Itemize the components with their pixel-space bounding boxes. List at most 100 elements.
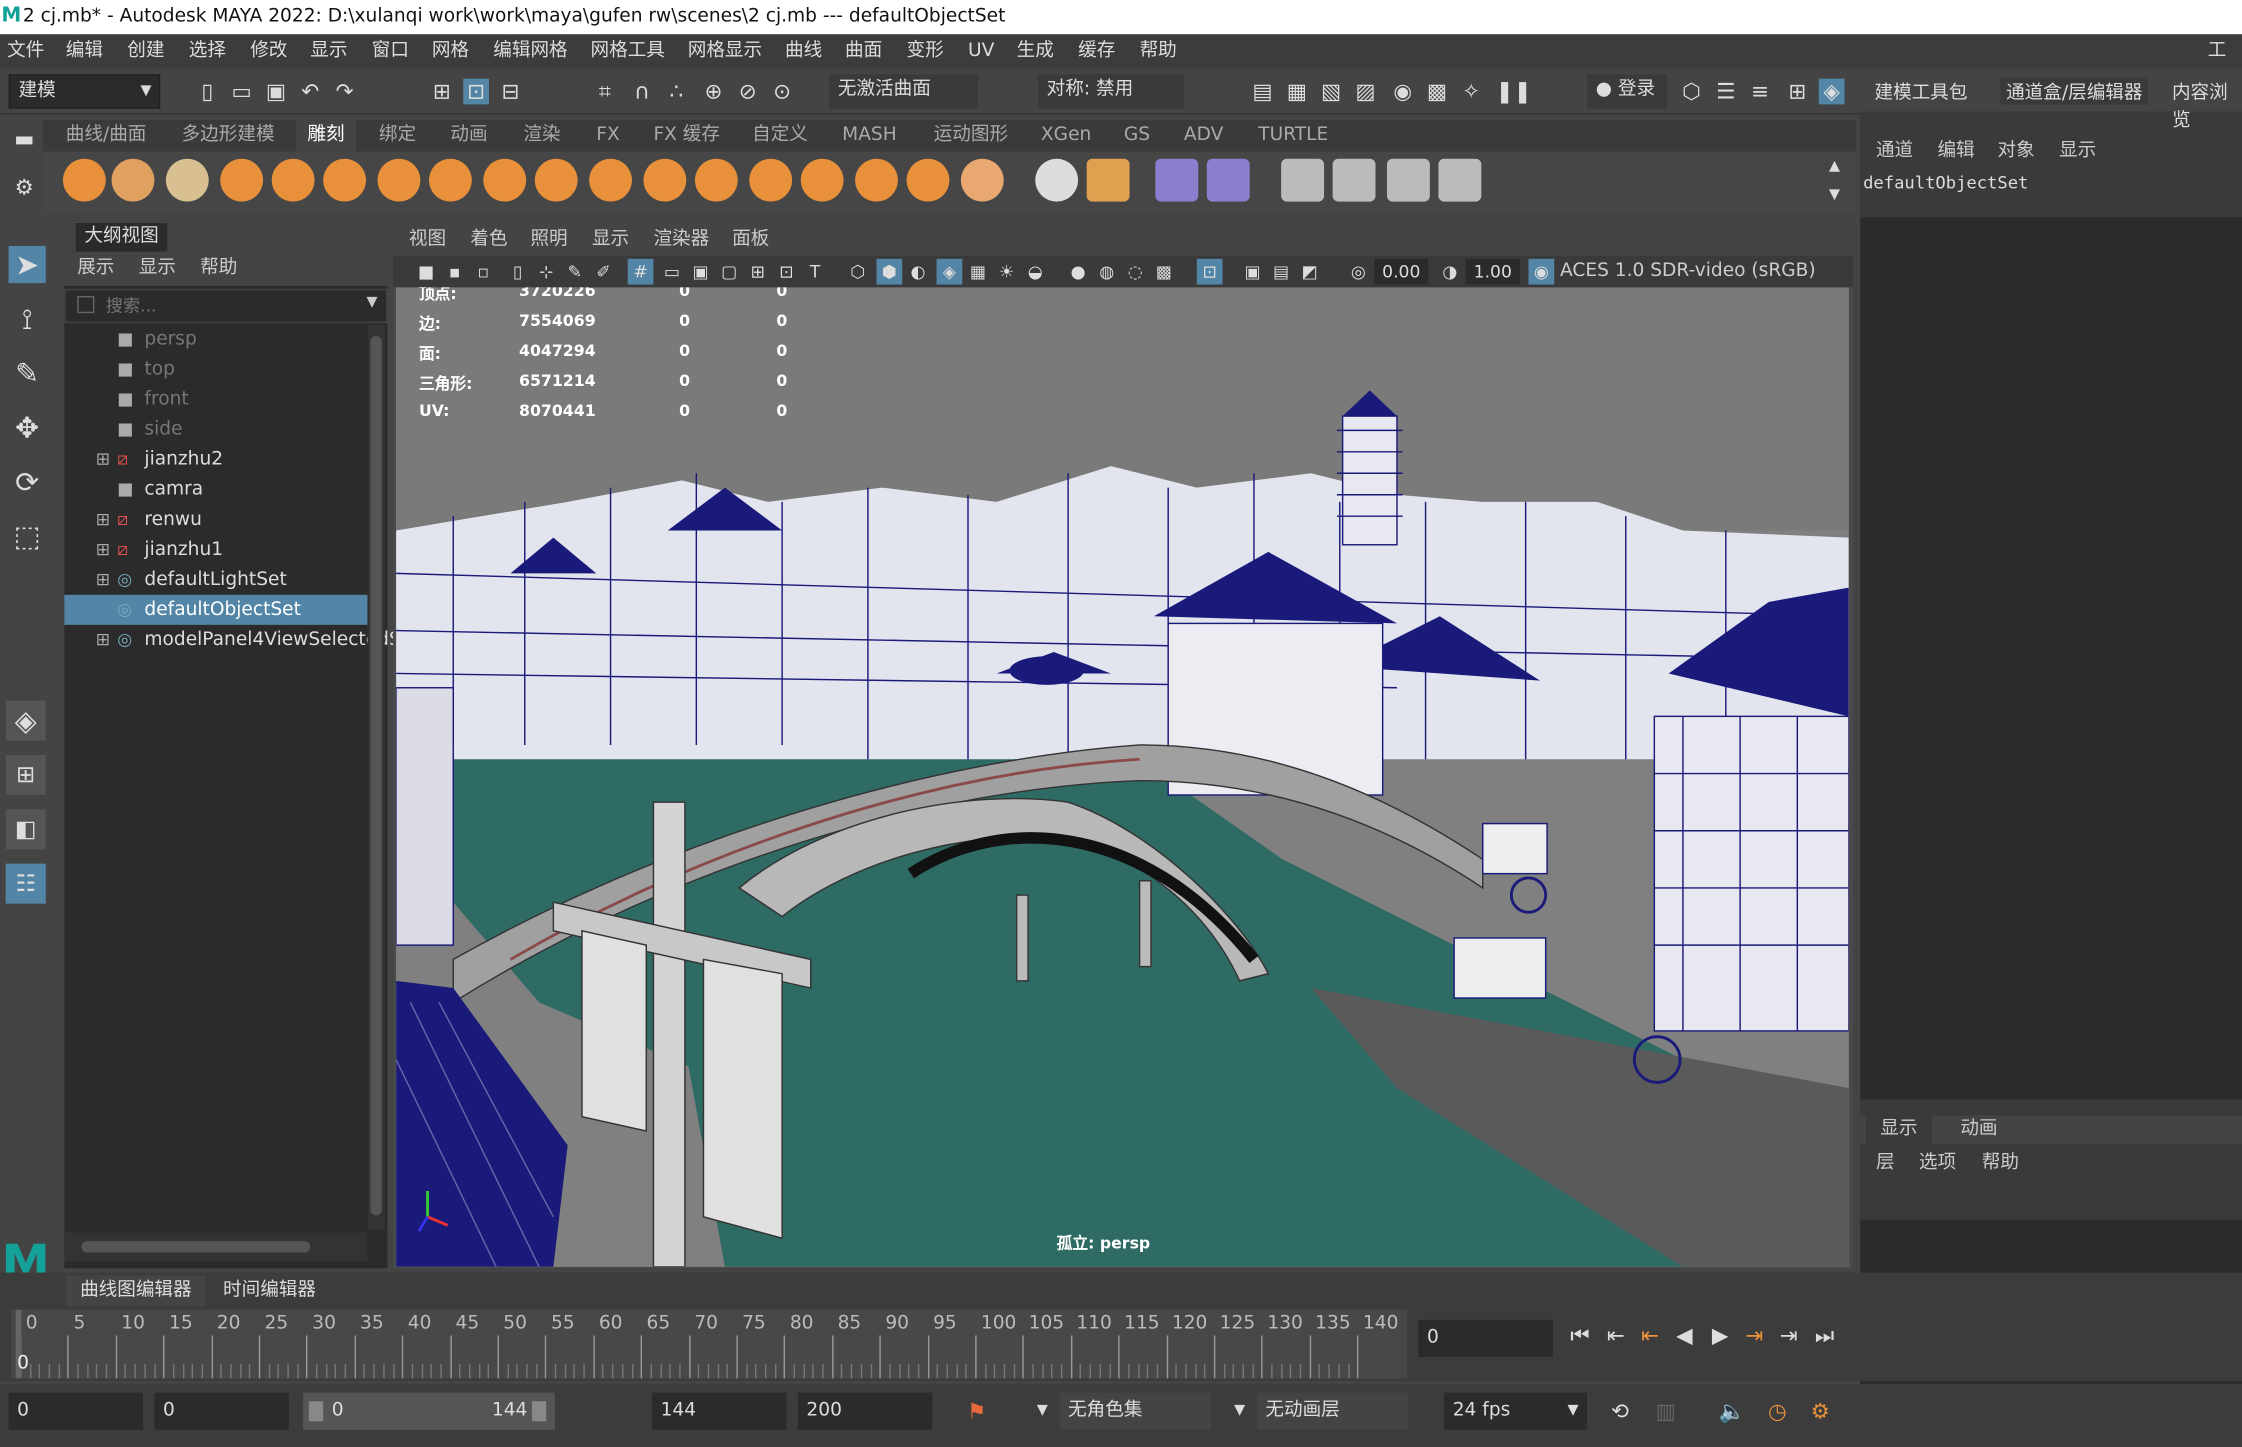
cache-icon[interactable]: ▥: [1653, 1398, 1679, 1424]
convert-freeze-icon[interactable]: [1035, 158, 1079, 202]
shelf-tab-xgen[interactable]: XGen: [1029, 120, 1102, 151]
channel-box-icon[interactable]: ⊞: [1784, 79, 1810, 105]
lasso-tool-icon[interactable]: ⟟: [9, 300, 46, 337]
range-handle-right[interactable]: [531, 1401, 547, 1422]
symmetry-field[interactable]: 对称: 禁用: [1038, 74, 1184, 109]
tool-settings-icon[interactable]: ≡: [1747, 79, 1773, 105]
select-tool-icon[interactable]: ➤: [8, 245, 46, 284]
shelf-tab-fx-cache[interactable]: FX 缓存: [642, 120, 731, 151]
pause-icon[interactable]: ❚❚: [1496, 79, 1532, 105]
pinch-tool-icon[interactable]: [271, 158, 315, 202]
select-hierarchy-icon[interactable]: ⊞: [429, 79, 455, 105]
wax-tool-icon[interactable]: [589, 158, 632, 202]
spray-tool-icon[interactable]: [428, 158, 472, 202]
current-frame-field[interactable]: 0: [1418, 1319, 1553, 1357]
fps-dropdown[interactable]: 24 fps ▼: [1444, 1392, 1588, 1430]
menu-curves[interactable]: 曲线: [785, 34, 822, 68]
expand-icon[interactable]: ⊞: [96, 625, 110, 655]
shelf-scroll-down-icon[interactable]: ▼: [1822, 183, 1848, 209]
vp-menu-show[interactable]: 显示: [592, 220, 629, 260]
outliner-item-defaultLightSet[interactable]: ⊞ ◎ defaultLightSet: [64, 565, 367, 595]
loop-icon[interactable]: ⟲: [1607, 1398, 1633, 1424]
move-tool-icon[interactable]: ✥: [9, 409, 46, 446]
four-view-icon[interactable]: ⊞: [5, 754, 46, 795]
erase-icon[interactable]: [1438, 158, 1482, 202]
shelf-scroll-up-icon[interactable]: ▲: [1822, 154, 1848, 180]
sound-icon[interactable]: 🔈: [1719, 1398, 1746, 1424]
menu-select[interactable]: 选择: [189, 34, 226, 68]
shelf-tab-turtle[interactable]: TURTLE: [1247, 120, 1340, 151]
live-surface-field[interactable]: 无激活曲面: [829, 74, 979, 109]
menu-mesh[interactable]: 网格: [432, 34, 469, 68]
step-forward-frame-icon[interactable]: ⇥: [1742, 1323, 1768, 1349]
shelf-tab-animation[interactable]: 动画: [439, 120, 499, 151]
layer-tab-display[interactable]: 显示: [1865, 1115, 1932, 1144]
tab-time-editor[interactable]: 时间编辑器: [212, 1275, 328, 1306]
shadows-icon[interactable]: ◒: [1022, 259, 1048, 285]
grease-pencil-icon[interactable]: ✎: [562, 259, 588, 285]
open-scene-icon[interactable]: ▭: [229, 79, 255, 105]
shelf-tab-rendering[interactable]: 渲染: [512, 120, 572, 151]
range-slider-bar[interactable]: 0 144: [303, 1392, 555, 1430]
exposure-icon[interactable]: ◎: [1345, 259, 1371, 285]
menu-windows[interactable]: 窗口: [372, 34, 409, 68]
redo-icon[interactable]: ↷: [332, 79, 358, 105]
grid-toggle-icon[interactable]: ✐: [591, 259, 617, 285]
outliner-menu-help[interactable]: 帮助: [200, 252, 237, 286]
outliner-hscroll[interactable]: [64, 1232, 368, 1262]
shelf-tab-sculpt[interactable]: 雕刻: [295, 120, 357, 152]
2d-pan-icon[interactable]: ⊹: [533, 259, 559, 285]
mesh-paint-icon[interactable]: [1281, 158, 1325, 202]
layer-editor-icon[interactable]: ◈: [1818, 78, 1845, 105]
menu-create[interactable]: 创建: [127, 34, 164, 68]
render-current-icon[interactable]: ▦: [1284, 79, 1310, 105]
tab-channel-box[interactable]: 通道盒/层编辑器: [2000, 77, 2149, 105]
3d-scene-view[interactable]: 顶点: 3720226 0 0 边: 7554069 0 0 面: 4047294 0 0 三角形: 65…: [396, 287, 1849, 1267]
gamma-field[interactable]: 1.00: [1465, 258, 1520, 285]
outliner-item-top[interactable]: ■ top: [64, 355, 367, 385]
menu-mesh-tools[interactable]: 网格工具: [591, 34, 665, 68]
menu-modify[interactable]: 修改: [250, 34, 287, 68]
wireframe-on-shaded-icon[interactable]: ◈: [936, 258, 963, 285]
snap-grid-icon[interactable]: ⌗: [592, 79, 618, 105]
safe-title-icon[interactable]: T: [802, 259, 828, 285]
xray-icon[interactable]: ▣: [1240, 259, 1266, 285]
render-settings-icon[interactable]: ▨: [1353, 79, 1379, 105]
step-back-frame-icon[interactable]: ⇤: [1637, 1323, 1663, 1349]
select-component-icon[interactable]: ⊟: [498, 79, 524, 105]
render-setup-icon[interactable]: ▩: [1424, 79, 1450, 105]
vp-menu-panels[interactable]: 面板: [732, 220, 769, 260]
outliner-item-camra[interactable]: ■ camra: [64, 475, 367, 505]
safe-action-icon[interactable]: ⊡: [774, 259, 800, 285]
outliner-menu-show[interactable]: 展示: [77, 252, 114, 286]
step-forward-key-icon[interactable]: ⇥: [1776, 1323, 1802, 1349]
wireframe-icon[interactable]: ⬡: [845, 259, 871, 285]
chevron-down-icon[interactable]: ▼: [366, 295, 377, 311]
vp-menu-renderer[interactable]: 渲染器: [653, 220, 709, 260]
outliner-item-jianzhu2[interactable]: ⊞ ⧄ jianzhu2: [64, 445, 367, 475]
chevron-down-icon[interactable]: ▼: [1227, 1398, 1253, 1424]
layer-menu-help[interactable]: 帮助: [1982, 1147, 2019, 1181]
smooth-tool-icon[interactable]: [111, 158, 155, 202]
shelf-tab-adv[interactable]: ADV: [1172, 120, 1234, 151]
snap-point-icon[interactable]: ∴: [663, 79, 689, 105]
snap-projected-icon[interactable]: ⊕: [701, 79, 727, 105]
step-back-key-icon[interactable]: ⇤: [1603, 1323, 1629, 1349]
field-chart-icon[interactable]: ⊞: [745, 259, 771, 285]
outliner-layout-icon[interactable]: ☷: [5, 863, 46, 904]
snap-curve-icon[interactable]: ∩: [629, 79, 655, 105]
modeling-toolkit-icon[interactable]: ⬡: [1679, 79, 1705, 105]
persp-outliner-icon[interactable]: ◧: [5, 809, 46, 850]
go-to-end-icon[interactable]: ⏭: [1812, 1323, 1838, 1349]
fill-tool-icon[interactable]: [694, 158, 738, 202]
image-plane-icon[interactable]: ▯: [505, 259, 531, 285]
film-gate-icon[interactable]: ▭: [659, 259, 685, 285]
camera-bookmark-icon[interactable]: ▫: [470, 259, 496, 285]
character-set-field[interactable]: 无角色集: [1059, 1392, 1212, 1430]
xray-joints-icon[interactable]: ▤: [1268, 259, 1294, 285]
play-forward-icon[interactable]: ▶: [1707, 1323, 1733, 1349]
login-button[interactable]: ● 登录: [1587, 74, 1668, 109]
outliner-hscroll-thumb[interactable]: [81, 1241, 311, 1253]
shelf-tab-custom[interactable]: 自定义: [741, 120, 820, 151]
paint-select-icon[interactable]: ✎: [9, 355, 46, 392]
